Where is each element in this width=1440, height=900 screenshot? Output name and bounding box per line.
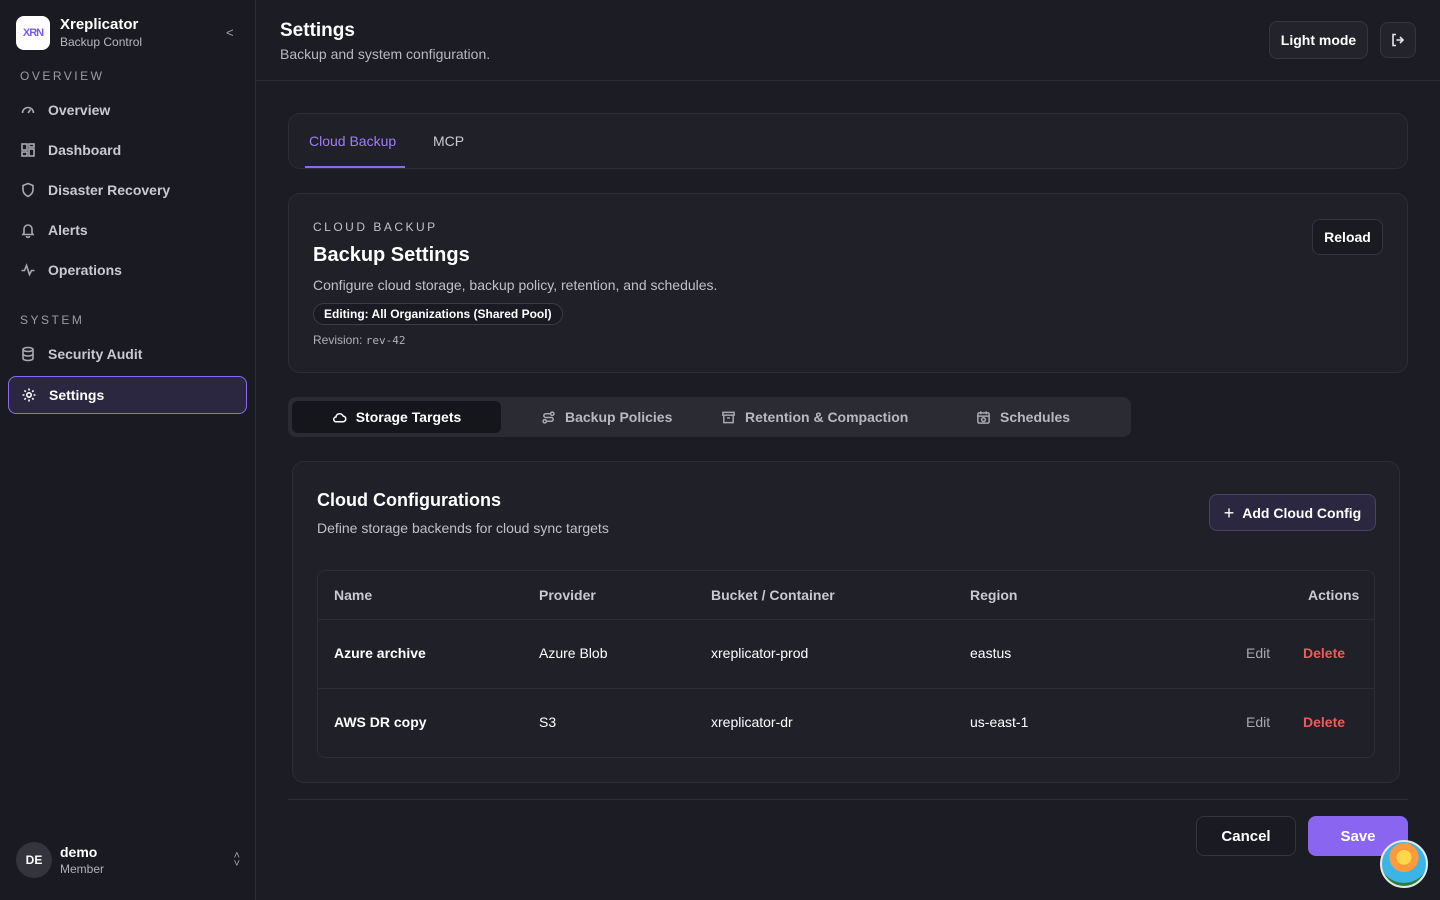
add-cloud-config-button[interactable]: + Add Cloud Config bbox=[1209, 494, 1376, 531]
settings-tabs: Cloud Backup MCP bbox=[288, 113, 1408, 169]
cloud-configurations-title: Cloud Configurations bbox=[317, 490, 501, 510]
cloud-icon bbox=[332, 412, 347, 422]
cloud-config-table: Name Provider Bucket / Container Region … bbox=[317, 570, 1375, 758]
bell-icon bbox=[21, 224, 35, 238]
subtab-label: Backup Policies bbox=[565, 409, 673, 425]
sidebar-item-disaster-recovery[interactable]: Disaster Recovery bbox=[8, 172, 247, 208]
database-icon bbox=[22, 346, 34, 362]
cell-bucket: xreplicator-prod bbox=[711, 645, 809, 661]
revision-label: Revision: bbox=[313, 333, 363, 347]
sidebar-item-label: Overview bbox=[48, 102, 111, 118]
backup-settings-card: CLOUD BACKUP Backup Settings Configure c… bbox=[288, 193, 1408, 373]
plus-icon: + bbox=[1223, 502, 1235, 523]
tab-cloud-backup[interactable]: Cloud Backup bbox=[309, 133, 396, 149]
column-header-bucket[interactable]: Bucket / Container bbox=[711, 587, 835, 603]
cell-bucket: xreplicator-dr bbox=[711, 714, 793, 730]
user-menu[interactable]: DE demo Member ˄ ˅ bbox=[16, 842, 240, 878]
page-subtitle: Backup and system configuration. bbox=[280, 46, 491, 62]
sidebar-item-label: Operations bbox=[48, 262, 122, 278]
brand-logo: XRN bbox=[16, 16, 50, 50]
gear-icon bbox=[22, 388, 36, 402]
section-label-overview: OVERVIEW bbox=[20, 69, 105, 83]
sidebar-item-security-audit[interactable]: Security Audit bbox=[8, 336, 247, 372]
subtab-retention-compaction[interactable]: Retention & Compaction bbox=[721, 401, 908, 433]
user-name: demo bbox=[60, 843, 98, 860]
subtab-backup-policies[interactable]: Backup Policies bbox=[541, 401, 672, 433]
sidebar-item-dashboard[interactable]: Dashboard bbox=[8, 132, 247, 168]
delete-button[interactable]: Delete bbox=[1303, 714, 1345, 730]
shield-icon bbox=[22, 182, 34, 198]
sidebar-item-label: Settings bbox=[49, 387, 105, 403]
user-info: demo Member bbox=[60, 844, 104, 877]
cloud-configurations-card: Cloud Configurations Define storage back… bbox=[292, 461, 1400, 783]
avatar: DE bbox=[16, 842, 52, 878]
cell-name: AWS DR copy bbox=[334, 714, 427, 730]
subtab-storage-targets[interactable]: Storage Targets bbox=[292, 401, 501, 433]
sidebar: XRN Xreplicator Backup Control < OVERVIE… bbox=[0, 0, 256, 900]
cell-region: us-east-1 bbox=[970, 714, 1029, 730]
column-header-actions: Actions bbox=[1308, 587, 1360, 603]
brand-text: Xreplicator Backup Control bbox=[60, 16, 142, 50]
delete-button[interactable]: Delete bbox=[1303, 645, 1345, 661]
light-mode-button[interactable]: Light mode bbox=[1269, 21, 1368, 59]
backup-subtabs: Storage Targets Backup Policies Retentio… bbox=[288, 397, 1131, 437]
cancel-button[interactable]: Cancel bbox=[1196, 816, 1296, 856]
column-header-provider[interactable]: Provider bbox=[539, 587, 596, 603]
sidebar-item-label: Disaster Recovery bbox=[48, 182, 171, 198]
table-row: AWS DR copy S3 xreplicator-dr us-east-1 … bbox=[318, 689, 1374, 757]
subtab-label: Storage Targets bbox=[355, 409, 462, 425]
edit-button[interactable]: Edit bbox=[1246, 645, 1270, 661]
table-header: Name Provider Bucket / Container Region … bbox=[318, 571, 1374, 620]
gauge-icon bbox=[21, 106, 35, 114]
page-header: Settings Backup and system configuration… bbox=[256, 0, 1440, 81]
sidebar-item-label: Alerts bbox=[48, 222, 88, 238]
add-cloud-config-label: Add Cloud Config bbox=[1242, 504, 1362, 521]
cell-provider: Azure Blob bbox=[539, 645, 608, 661]
cloud-configurations-description: Define storage backends for cloud sync t… bbox=[317, 520, 609, 536]
reload-button[interactable]: Reload bbox=[1312, 219, 1383, 255]
editing-scope-badge: Editing: All Organizations (Shared Pool) bbox=[313, 303, 563, 325]
cell-name: Azure archive bbox=[334, 645, 426, 661]
column-header-name[interactable]: Name bbox=[334, 587, 372, 603]
route-icon bbox=[542, 410, 555, 424]
active-tab-indicator bbox=[305, 166, 405, 168]
cell-region: eastus bbox=[970, 645, 1012, 661]
sidebar-item-overview[interactable]: Overview bbox=[8, 92, 247, 128]
sidebar-item-settings[interactable]: Settings bbox=[8, 376, 247, 414]
sidebar-item-operations[interactable]: Operations bbox=[8, 252, 247, 288]
revision-value: rev-42 bbox=[365, 334, 406, 347]
section-eyebrow: CLOUD BACKUP bbox=[313, 220, 438, 234]
sidebar-item-label: Security Audit bbox=[48, 346, 143, 362]
chevron-up-down-icon[interactable]: ˄ ˅ bbox=[234, 851, 240, 870]
revision-info: Revision: rev-42 bbox=[313, 333, 405, 347]
activity-icon bbox=[21, 263, 35, 277]
edit-button[interactable]: Edit bbox=[1246, 714, 1270, 730]
table-row: Azure archive Azure Blob xreplicator-pro… bbox=[318, 620, 1374, 689]
logout-button[interactable] bbox=[1380, 22, 1416, 58]
subtab-schedules[interactable]: Schedules bbox=[976, 401, 1070, 433]
page-title: Settings bbox=[280, 20, 355, 41]
brand[interactable]: XRN Xreplicator Backup Control bbox=[16, 16, 142, 50]
collapse-sidebar-button[interactable]: < bbox=[226, 25, 234, 40]
column-header-region[interactable]: Region bbox=[970, 587, 1017, 603]
backup-settings-description: Configure cloud storage, backup policy, … bbox=[313, 277, 718, 293]
subtab-label: Retention & Compaction bbox=[745, 409, 909, 425]
brand-name: Xreplicator bbox=[60, 16, 139, 33]
footer-divider bbox=[288, 799, 1408, 800]
sidebar-item-alerts[interactable]: Alerts bbox=[8, 212, 247, 248]
section-label-system: SYSTEM bbox=[20, 313, 85, 327]
brand-subtitle: Backup Control bbox=[60, 35, 143, 49]
calendar-clock-icon bbox=[977, 410, 990, 424]
archive-icon bbox=[722, 411, 735, 423]
sidebar-item-label: Dashboard bbox=[48, 142, 122, 158]
tab-mcp[interactable]: MCP bbox=[433, 133, 464, 149]
logout-icon bbox=[1392, 33, 1405, 47]
grid-icon bbox=[21, 143, 35, 157]
user-role: Member bbox=[60, 861, 105, 876]
cell-provider: S3 bbox=[539, 714, 557, 730]
floating-assistant-avatar[interactable] bbox=[1380, 840, 1428, 888]
backup-settings-title: Backup Settings bbox=[313, 244, 470, 266]
subtab-label: Schedules bbox=[1000, 409, 1071, 425]
